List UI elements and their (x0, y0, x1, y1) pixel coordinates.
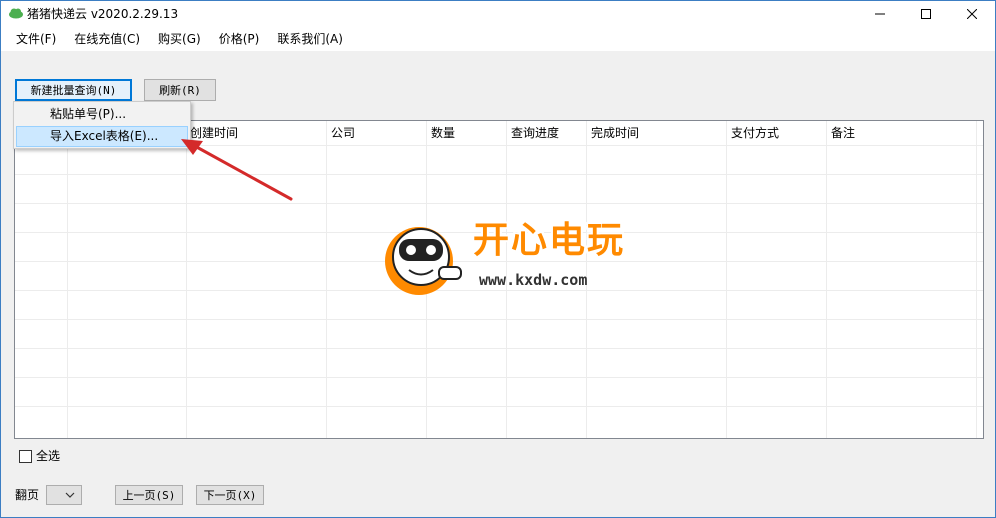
refresh-button[interactable]: 刷新(R) (144, 79, 216, 101)
table-row (15, 406, 983, 407)
menu-file[interactable]: 文件(F) (7, 28, 65, 50)
header-payment-method[interactable]: 支付方式 (731, 125, 779, 141)
import-excel-item[interactable]: 导入Excel表格(E)... (16, 126, 188, 147)
table-column (15, 121, 68, 438)
header-company[interactable]: 公司 (331, 125, 355, 141)
maximize-icon (921, 9, 931, 19)
header-remark[interactable]: 备注 (831, 125, 855, 141)
table-row (15, 174, 983, 175)
chevron-down-icon (65, 492, 75, 498)
close-button[interactable] (949, 1, 995, 27)
page-select[interactable] (46, 485, 82, 505)
new-batch-dropdown-menu: 粘贴单号(P)... 导入Excel表格(E)... (13, 101, 191, 149)
new-batch-query-button[interactable]: 新建批量查询(N) (15, 79, 132, 101)
paste-tracking-numbers-item[interactable]: 粘贴单号(P)... (16, 105, 188, 126)
app-window: 猪猪快递云 v2020.2.29.13 文件(F) 在线充值(C) 购买(G) … (0, 0, 996, 518)
table-row (15, 348, 983, 349)
annotation-arrow-icon (181, 139, 293, 201)
watermark-logo: 开心电玩 www.kxdw.com (379, 215, 659, 301)
watermark-url: www.kxdw.com (479, 271, 588, 289)
select-all-label: 全选 (36, 449, 61, 463)
select-all-checkbox[interactable]: 全选 (19, 449, 60, 463)
table-row (15, 377, 983, 378)
maximize-button[interactable] (903, 1, 949, 27)
mascot-icon (385, 227, 462, 295)
menu-contact[interactable]: 联系我们(A) (268, 28, 352, 50)
checkbox-box[interactable] (19, 449, 32, 463)
menu-price[interactable]: 价格(P) (210, 28, 269, 50)
header-finish-time[interactable]: 完成时间 (591, 125, 639, 141)
table-column (727, 121, 827, 438)
menu-purchase[interactable]: 购买(G) (149, 28, 210, 50)
minimize-button[interactable] (857, 1, 903, 27)
table-column (827, 121, 977, 438)
window-title: 猪猪快递云 v2020.2.29.13 (27, 7, 179, 21)
header-query-progress[interactable]: 查询进度 (511, 125, 559, 141)
header-quantity[interactable]: 数量 (431, 125, 455, 141)
close-icon (967, 9, 977, 19)
table-row (15, 203, 983, 204)
menu-recharge[interactable]: 在线充值(C) (65, 28, 149, 50)
page-label: 翻页 (15, 488, 40, 502)
table-row (15, 319, 983, 320)
minimize-icon (875, 13, 885, 15)
title-bar: 猪猪快递云 v2020.2.29.13 (1, 1, 995, 27)
cloud-icon (9, 8, 23, 19)
next-page-button[interactable]: 下一页(X) (196, 485, 264, 505)
table-column (68, 121, 187, 438)
prev-page-button[interactable]: 上一页(S) (115, 485, 183, 505)
menu-bar: 文件(F) 在线充值(C) 购买(G) 价格(P) 联系我们(A) (1, 27, 995, 51)
watermark-brand: 开心电玩 (473, 220, 626, 261)
